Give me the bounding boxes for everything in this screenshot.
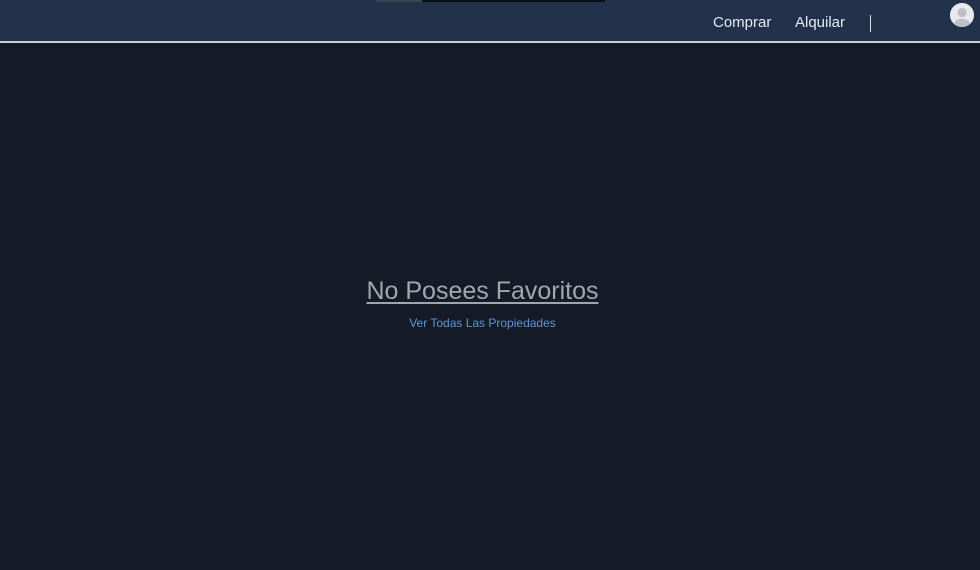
empty-favorites-title: No Posees Favoritos	[366, 277, 599, 305]
top-edge-strip-highlight	[376, 0, 422, 2]
nav-rent-link[interactable]: Alquilar	[795, 14, 845, 34]
top-navbar: Comprar Alquilar	[0, 0, 980, 43]
nav-buy-link[interactable]: Comprar	[713, 14, 771, 34]
nav-divider	[870, 15, 871, 32]
favorites-content: No Posees Favoritos Ver Todas Las Propie…	[0, 43, 980, 570]
top-edge-strip	[376, 0, 605, 2]
avatar-silhouette-icon	[950, 3, 974, 27]
see-all-properties-link[interactable]: Ver Todas Las Propiedades	[0, 316, 965, 330]
user-avatar-icon[interactable]	[950, 3, 974, 27]
